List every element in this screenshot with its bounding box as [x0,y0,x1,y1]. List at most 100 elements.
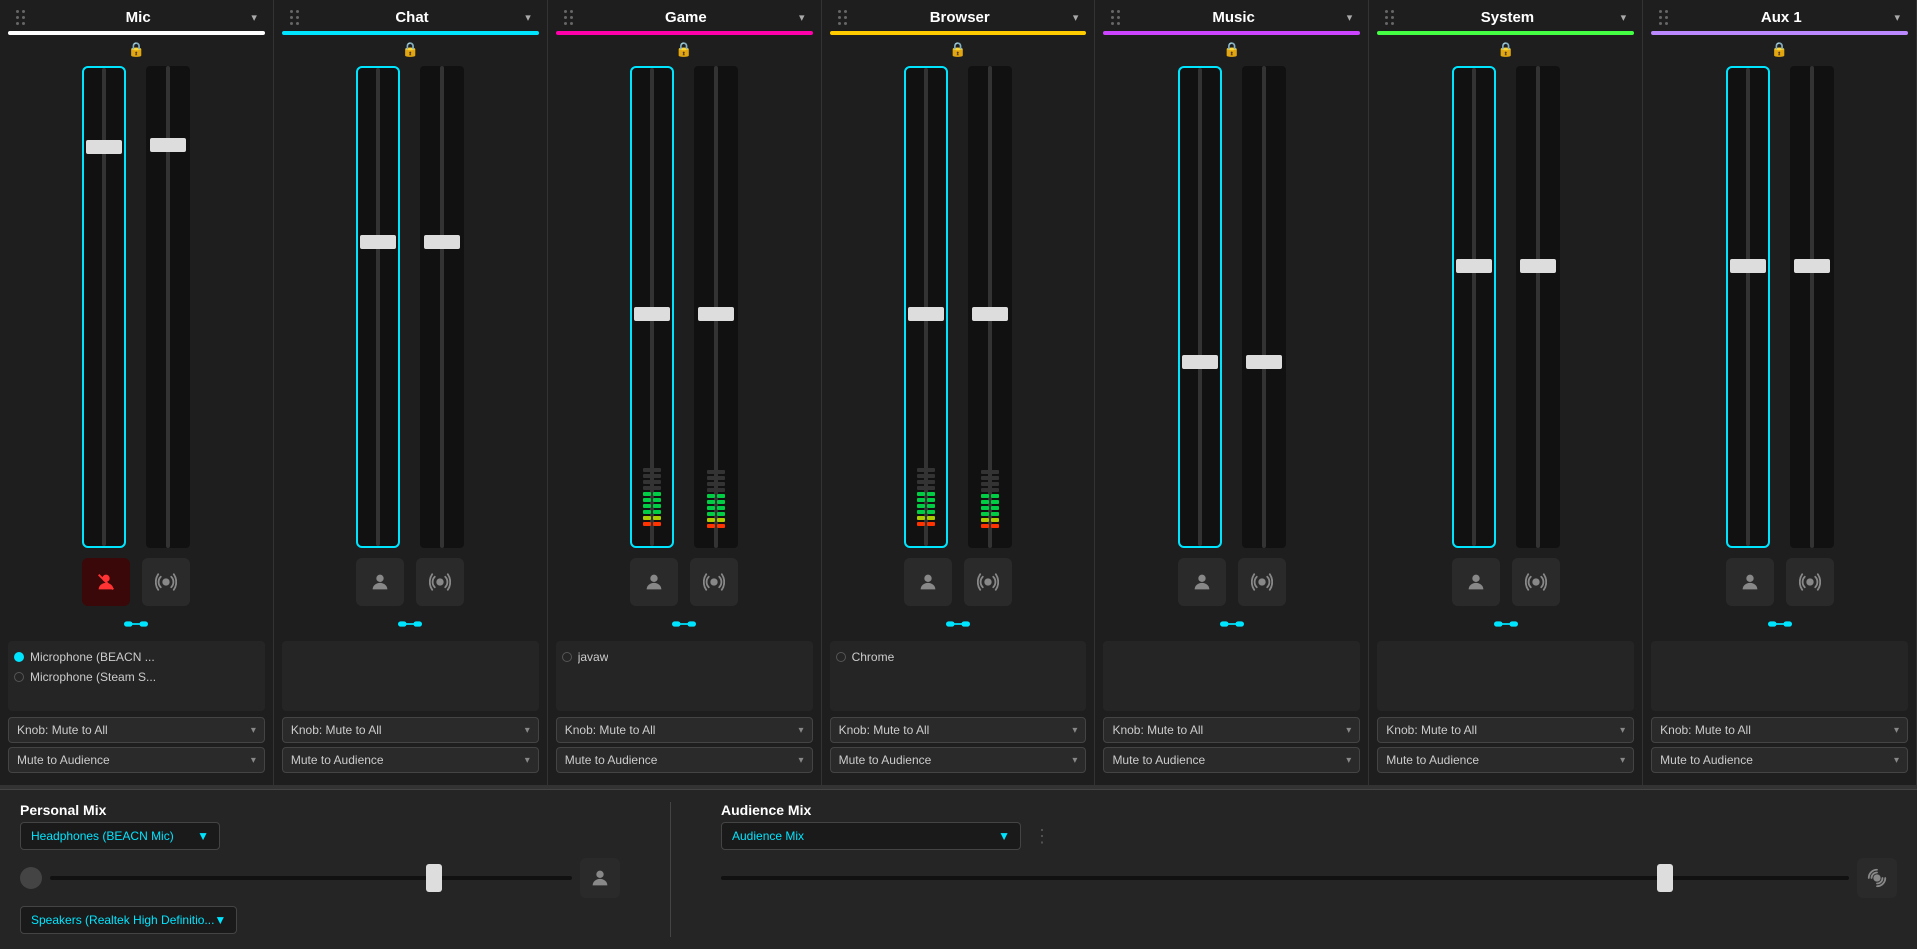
audience-mix-select[interactable]: Audience Mix ▼ [721,822,1021,850]
drag-handle-mic[interactable] [12,8,29,27]
fader-handle-system-1[interactable] [1520,259,1556,273]
drag-handle-aux1[interactable] [1655,8,1672,27]
personal-fader-handle[interactable] [426,864,442,892]
meter-seg-browser-1-0-8 [981,476,989,480]
mute-dropdown-music[interactable]: Mute to Audience▾ [1103,747,1360,773]
knob-dropdown-music[interactable]: Knob: Mute to All▾ [1103,717,1360,743]
meter-seg-game-1-0-9 [707,470,715,474]
personal-fader-knob[interactable] [20,867,42,889]
person-btn-game[interactable] [630,558,678,606]
fader-track-aux1-1[interactable] [1790,66,1834,548]
drag-handle-music[interactable] [1107,8,1124,27]
broadcast-btn-aux1[interactable] [1786,558,1834,606]
fader-track-browser-0[interactable] [904,66,948,548]
link-icon-aux1[interactable] [1651,612,1908,641]
link-icon-mic[interactable] [8,612,265,641]
source-item-game-0[interactable]: javaw [562,647,807,667]
audience-more-icon[interactable]: ⋮ [1033,826,1051,847]
fader-handle-music-1[interactable] [1246,355,1282,369]
fader-handle-music-0[interactable] [1182,355,1218,369]
mute-label-music: Mute to Audience [1112,753,1205,767]
broadcast-btn-music[interactable] [1238,558,1286,606]
fader-handle-chat-0[interactable] [360,235,396,249]
drag-handle-chat[interactable] [286,8,303,27]
channel-menu-music[interactable]: ▾ [1343,9,1357,26]
person-btn-mic[interactable] [82,558,130,606]
link-icon-chat[interactable] [282,612,539,641]
source-item-mic-0[interactable]: Microphone (BEACN ... [14,647,259,667]
mute-dropdown-system[interactable]: Mute to Audience▾ [1377,747,1634,773]
audience-fader-handle[interactable] [1657,864,1673,892]
headphones-select[interactable]: Headphones (BEACN Mic) ▼ [20,822,220,850]
broadcast-btn-chat[interactable] [416,558,464,606]
link-icon-game[interactable] [556,612,813,641]
fader-track-chat-0[interactable] [356,66,400,548]
channel-menu-mic[interactable]: ▾ [247,9,261,26]
knob-dropdown-game[interactable]: Knob: Mute to All▾ [556,717,813,743]
channel-menu-aux1[interactable]: ▾ [1890,9,1904,26]
drag-handle-game[interactable] [560,8,577,27]
knob-dropdown-chat[interactable]: Knob: Mute to All▾ [282,717,539,743]
knob-dropdown-system[interactable]: Knob: Mute to All▾ [1377,717,1634,743]
fader-handle-aux1-0[interactable] [1730,259,1766,273]
broadcast-btn-mic[interactable] [142,558,190,606]
person-btn-chat[interactable] [356,558,404,606]
fader-track-music-1[interactable] [1242,66,1286,548]
link-icon-music[interactable] [1103,612,1360,641]
channel-menu-browser[interactable]: ▾ [1069,9,1083,26]
fader-track-mic-1[interactable] [146,66,190,548]
fader-handle-browser-0[interactable] [908,307,944,321]
audience-fader-track[interactable] [721,876,1849,880]
drag-handle-system[interactable] [1381,8,1398,27]
fader-handle-game-0[interactable] [634,307,670,321]
mute-dropdown-browser[interactable]: Mute to Audience▾ [830,747,1087,773]
fader-handle-mic-0[interactable] [86,140,122,154]
speakers-select[interactable]: Speakers (Realtek High Definitio... ▼ [20,906,237,934]
knob-dropdown-browser[interactable]: Knob: Mute to All▾ [830,717,1087,743]
fader-track-system-1[interactable] [1516,66,1560,548]
personal-fader-track[interactable] [50,876,572,880]
audience-broadcast-btn[interactable] [1857,858,1897,898]
link-icon-browser[interactable] [830,612,1087,641]
fader-handle-mic-1[interactable] [150,138,186,152]
source-item-browser-0[interactable]: Chrome [836,647,1081,667]
drag-handle-browser[interactable] [834,8,851,27]
mute-dropdown-chat[interactable]: Mute to Audience▾ [282,747,539,773]
channel-aux1: Aux 1 ▾ 🔒 Knob: Mute to All▾Mute to Audi… [1643,0,1917,785]
faders-aux1 [1651,62,1908,552]
broadcast-btn-browser[interactable] [964,558,1012,606]
knob-dropdown-aux1[interactable]: Knob: Mute to All▾ [1651,717,1908,743]
person-btn-browser[interactable] [904,558,952,606]
fader-track-aux1-0[interactable] [1726,66,1770,548]
fader-track-browser-1[interactable] [968,66,1012,548]
meter-seg-game-1-1-4 [717,500,725,504]
channel-menu-chat[interactable]: ▾ [521,9,535,26]
knob-dropdown-mic[interactable]: Knob: Mute to All▾ [8,717,265,743]
mute-dropdown-mic[interactable]: Mute to Audience▾ [8,747,265,773]
broadcast-btn-system[interactable] [1512,558,1560,606]
headphones-label: Headphones (BEACN Mic) [31,829,174,843]
mute-dropdown-game[interactable]: Mute to Audience▾ [556,747,813,773]
personal-mix-person-btn[interactable] [580,858,620,898]
fader-handle-game-1[interactable] [698,307,734,321]
channel-menu-game[interactable]: ▾ [795,9,809,26]
person-btn-aux1[interactable] [1726,558,1774,606]
fader-track-music-0[interactable] [1178,66,1222,548]
fader-handle-system-0[interactable] [1456,259,1492,273]
broadcast-btn-game[interactable] [690,558,738,606]
mute-dropdown-aux1[interactable]: Mute to Audience▾ [1651,747,1908,773]
fader-track-mic-0[interactable] [82,66,126,548]
fader-handle-chat-1[interactable] [424,235,460,249]
link-icon-system[interactable] [1377,612,1634,641]
person-btn-system[interactable] [1452,558,1500,606]
fader-track-game-1[interactable] [694,66,738,548]
fader-track-game-0[interactable] [630,66,674,548]
channel-menu-system[interactable]: ▾ [1617,9,1631,26]
person-btn-music[interactable] [1178,558,1226,606]
fader-track-chat-1[interactable] [420,66,464,548]
fader-track-system-0[interactable] [1452,66,1496,548]
fader-handle-browser-1[interactable] [972,307,1008,321]
channel-header-game: Game ▾ [556,0,813,31]
source-item-mic-1[interactable]: Microphone (Steam S... [14,667,259,687]
fader-handle-aux1-1[interactable] [1794,259,1830,273]
